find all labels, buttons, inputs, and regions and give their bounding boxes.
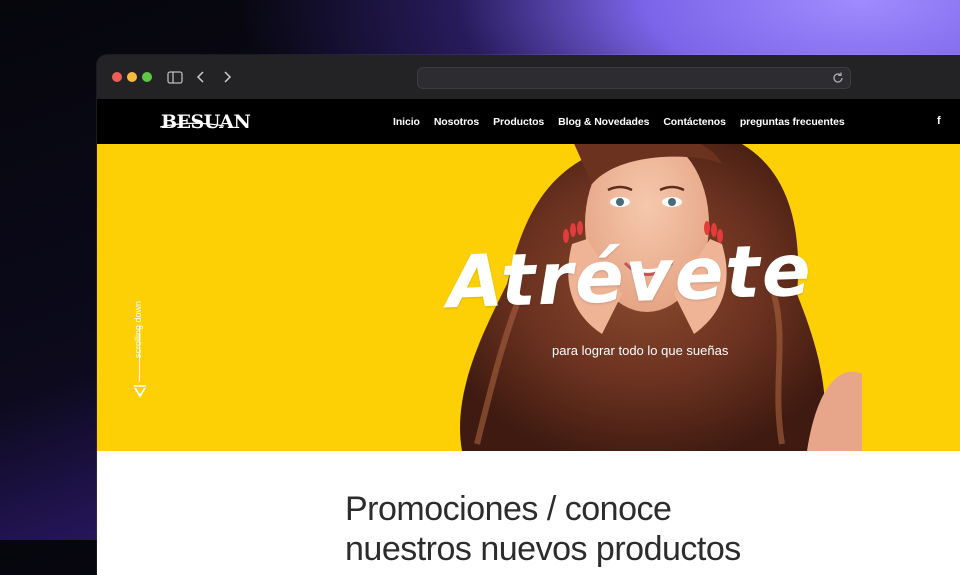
nav-item-productos[interactable]: Productos <box>493 116 544 128</box>
scroll-down-arrow-icon[interactable] <box>133 384 147 398</box>
close-window-button[interactable] <box>112 72 122 82</box>
back-arrow-icon[interactable] <box>190 66 212 88</box>
minimize-window-button[interactable] <box>127 72 137 82</box>
nav-item-blog[interactable]: Blog & Novedades <box>558 116 649 128</box>
hero-banner: scrolling down Atrévete para lograr todo… <box>97 144 960 451</box>
site-navbar: BESUAN Inicio Nosotros Productos Blog & … <box>97 99 960 144</box>
browser-window: BESUAN Inicio Nosotros Productos Blog & … <box>97 55 960 575</box>
promotions-heading-line1: Promociones / conoce <box>345 490 672 528</box>
nav-item-faq[interactable]: preguntas frecuentes <box>740 116 845 128</box>
hero-subtitle: para lograr todo lo que sueñas <box>552 343 729 358</box>
nav-item-contactenos[interactable]: Contáctenos <box>663 116 726 128</box>
promotions-heading: Promociones / conoce nuestros nuevos pro… <box>345 489 741 569</box>
promotions-heading-line2: nuestros nuevos productos <box>345 530 741 568</box>
facebook-icon[interactable]: f <box>937 115 941 127</box>
nav-item-nosotros[interactable]: Nosotros <box>434 116 479 128</box>
scroll-down-label: scrolling down <box>133 300 143 358</box>
brand-logo[interactable]: BESUAN <box>159 111 251 133</box>
logo-swoosh-icon <box>159 122 225 128</box>
address-bar[interactable] <box>417 67 851 89</box>
main-menu: Inicio Nosotros Productos Blog & Novedad… <box>393 99 859 144</box>
hero-title: Atrévete <box>445 227 814 325</box>
scroll-indicator-line <box>139 326 140 382</box>
reload-icon[interactable] <box>831 71 845 85</box>
maximize-window-button[interactable] <box>142 72 152 82</box>
sidebar-toggle-icon[interactable] <box>164 66 186 88</box>
website-viewport: BESUAN Inicio Nosotros Productos Blog & … <box>97 99 960 575</box>
browser-titlebar <box>97 55 960 99</box>
forward-arrow-icon[interactable] <box>216 66 238 88</box>
nav-item-inicio[interactable]: Inicio <box>393 116 420 128</box>
